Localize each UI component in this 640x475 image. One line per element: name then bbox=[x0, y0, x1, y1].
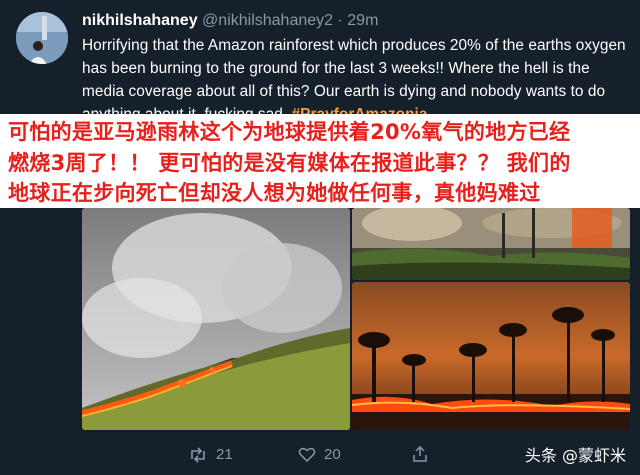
display-name[interactable]: nikhilshahaney bbox=[82, 12, 198, 29]
overlay-line-3: 地球正在步向死亡但却没人想为她做任何事，真他妈难过 bbox=[8, 181, 541, 205]
share-action[interactable] bbox=[412, 446, 428, 462]
forest-image bbox=[352, 208, 630, 280]
fire-photo-top-right[interactable] bbox=[352, 208, 630, 280]
fire-photo-left[interactable] bbox=[82, 208, 350, 430]
tweet-text: Horrifying that the Amazon rainforest wh… bbox=[82, 34, 630, 126]
palm-fire-image bbox=[352, 282, 630, 430]
tweet-card: nikhilshahaney @nikhilshahaney2 · 29m Ho… bbox=[0, 0, 640, 475]
fire-image bbox=[82, 208, 350, 430]
timestamp[interactable]: 29m bbox=[347, 12, 378, 29]
retweet-action[interactable]: 21 bbox=[188, 446, 233, 463]
share-icon bbox=[413, 446, 427, 462]
avatar-photo bbox=[16, 12, 68, 64]
avatar[interactable] bbox=[16, 12, 68, 64]
translation-overlay: 可怕的是亚马逊雨林这个为地球提供着20%氧气的地方已经 燃烧3周了！！ 更可怕的… bbox=[0, 114, 640, 208]
watermark: 头条 @蒙虾米 bbox=[525, 442, 626, 466]
retweet-icon bbox=[191, 446, 205, 463]
fire-photo-bottom-right[interactable] bbox=[352, 282, 630, 430]
like-action[interactable]: 20 bbox=[298, 446, 341, 463]
heart-icon bbox=[298, 447, 316, 462]
separator: · bbox=[337, 12, 343, 29]
watermark-text: 头条 @蒙虾米 bbox=[524, 446, 626, 465]
handle[interactable]: @nikhilshahaney2 bbox=[202, 12, 333, 29]
like-count: 20 bbox=[324, 446, 341, 463]
tweet-header: nikhilshahaney @nikhilshahaney2 · 29m bbox=[82, 12, 378, 30]
retweet-count: 21 bbox=[216, 446, 233, 463]
overlay-line-2: 燃烧3周了！！ 更可怕的是没有媒体在报道此事？？ 我们的 bbox=[8, 151, 571, 175]
overlay-line-1: 可怕的是亚马逊雨林这个为地球提供着20%氧气的地方已经 bbox=[8, 120, 571, 144]
